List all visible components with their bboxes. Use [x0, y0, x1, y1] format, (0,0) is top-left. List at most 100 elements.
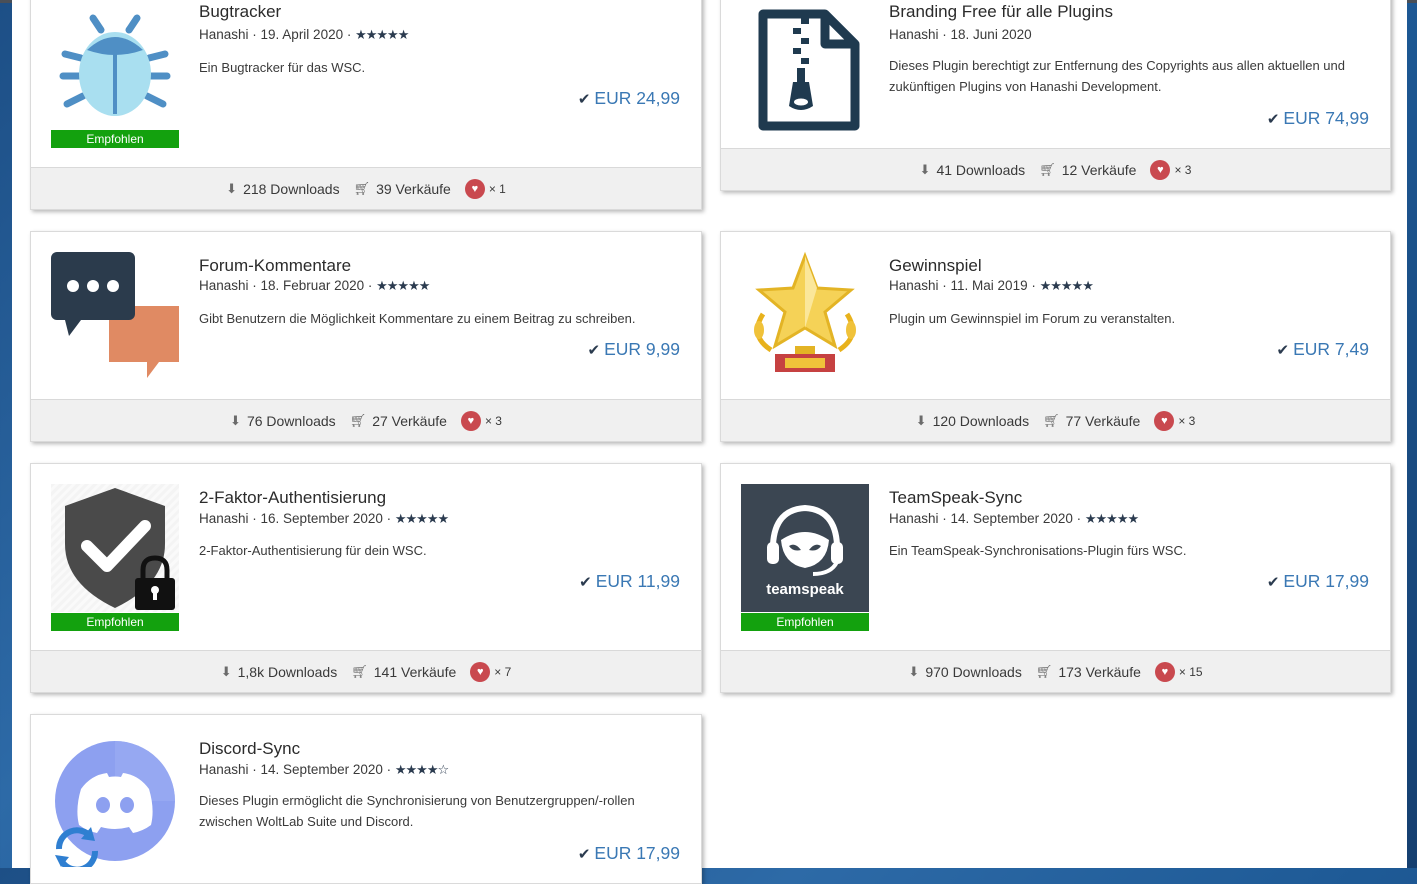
price-label[interactable]: ✔ EUR 11,99	[579, 571, 680, 592]
download-icon: ⬇	[226, 180, 238, 196]
download-count: 218 Downloads	[243, 180, 340, 197]
price-label[interactable]: ✔ EUR 24,99	[578, 88, 680, 109]
rating-stars: ★★★★★	[394, 511, 449, 526]
product-card-branding-free[interactable]: Branding Free für alle Plugins Hanashi ·…	[720, 0, 1391, 191]
download-count: 970 Downloads	[925, 663, 1022, 680]
author-link[interactable]: Hanashi	[889, 278, 939, 293]
download-count: 41 Downloads	[936, 161, 1026, 178]
card-footer: ⬇ 76 Downloads 🛒︎ 27 Verkäufe ♥ × 3	[31, 399, 701, 441]
checkmark-icon: ✔	[577, 846, 591, 863]
cart-icon: 🛒︎	[353, 180, 371, 196]
download-icon: ⬇	[915, 412, 927, 428]
recommended-badge: Empfohlen	[51, 130, 179, 148]
sales-count: 173 Verkäufe	[1058, 663, 1141, 680]
teamspeak-logo-text: teamspeak	[766, 581, 844, 598]
price-label[interactable]: ✔ EUR 17,99	[1267, 571, 1369, 592]
heart-icon[interactable]: ♥	[1150, 159, 1171, 180]
like-count: × 3	[1174, 162, 1192, 177]
rating-stars: ★★★★☆	[394, 762, 449, 777]
product-title[interactable]: Branding Free für alle Plugins	[889, 2, 1113, 22]
cart-icon: 🛒︎	[349, 412, 367, 428]
rating-stars: ★★★★★	[376, 278, 430, 293]
product-description: Dieses Plugin berechtigt zur Entfernung …	[889, 58, 1345, 94]
rating-stars: ★★★★★	[1039, 278, 1094, 293]
sales-count: 12 Verkäufe	[1061, 161, 1137, 178]
product-description: Gibt Benutzern die Möglichkeit Kommentar…	[199, 311, 636, 326]
product-card-2fa[interactable]: Empfohlen 2-Faktor-Authentisierung Hanas…	[30, 463, 702, 693]
price-label[interactable]: ✔ EUR 7,49	[1277, 339, 1369, 360]
product-card-discord-sync[interactable]: Discord-Sync Hanashi · 14. September 202…	[30, 714, 702, 884]
price-value: EUR 74,99	[1283, 108, 1369, 128]
plugin-list: Empfohlen Bugtracker Hanashi · 19. April…	[12, 0, 1407, 884]
card-footer: ⬇ 218 Downloads 🛒︎ 39 Verkäufe ♥ × 1	[31, 167, 701, 209]
like-count: × 3	[1178, 413, 1196, 428]
product-card-bugtracker[interactable]: Empfohlen Bugtracker Hanashi · 19. April…	[30, 0, 702, 210]
download-icon: ⬇	[220, 663, 232, 679]
checkmark-icon: ✔	[1266, 574, 1280, 591]
checkmark-icon: ✔	[1276, 342, 1290, 359]
cart-icon: 🛒︎	[351, 663, 368, 679]
like-count: × 1	[488, 181, 506, 196]
product-title[interactable]: 2-Faktor-Authentisierung	[199, 488, 386, 508]
product-description: Ein TeamSpeak-Synchronisations-Plugin fü…	[889, 543, 1187, 558]
product-title[interactable]: Bugtracker	[199, 2, 281, 22]
author-link[interactable]: Hanashi	[889, 511, 939, 526]
download-count: 1,8k Downloads	[237, 663, 338, 680]
shield-lock-icon	[51, 484, 179, 612]
download-count: 76 Downloads	[246, 412, 336, 429]
like-count: × 7	[494, 664, 512, 679]
checkmark-icon: ✔	[587, 342, 601, 359]
author-link[interactable]: Hanashi	[199, 511, 249, 526]
discord-sync-icon	[51, 739, 179, 867]
like-count: × 15	[1178, 664, 1203, 679]
cart-icon: 🛒︎	[1035, 663, 1053, 679]
price-value: EUR 17,99	[594, 843, 680, 863]
checkmark-icon: ✔	[579, 574, 592, 591]
author-link[interactable]: Hanashi	[199, 278, 249, 293]
rating-stars: ★★★★★	[355, 27, 409, 42]
heart-icon[interactable]: ♥	[464, 178, 485, 199]
heart-icon[interactable]: ♥	[1154, 410, 1175, 431]
author-link[interactable]: Hanashi	[199, 762, 249, 777]
product-title[interactable]: Discord-Sync	[199, 739, 300, 759]
product-meta: Hanashi · 19. April 2020 · ★★★★★	[199, 27, 409, 42]
price-value: EUR 9,99	[604, 339, 680, 359]
download-count: 120 Downloads	[932, 412, 1030, 429]
product-meta: Hanashi · 14. September 2020 · ★★★★☆	[199, 762, 449, 777]
product-description: Plugin um Gewinnspiel im Forum zu verans…	[889, 311, 1176, 326]
product-card-gewinnspiel[interactable]: Gewinnspiel Hanashi · 11. Mai 2019 · ★★★…	[720, 231, 1391, 442]
product-meta: Hanashi · 14. September 2020 · ★★★★★	[889, 511, 1139, 526]
cart-icon: 🛒︎	[1039, 161, 1056, 177]
card-footer: ⬇ 120 Downloads 🛒︎ 77 Verkäufe ♥ × 3	[721, 399, 1390, 441]
chat-bubbles-icon	[51, 250, 179, 378]
product-title[interactable]: Forum-Kommentare	[199, 256, 351, 276]
price-label[interactable]: ✔ EUR 9,99	[588, 339, 680, 360]
cart-icon: 🛒︎	[1043, 412, 1060, 428]
release-date: 16. September 2020	[260, 511, 383, 526]
author-link[interactable]: Hanashi	[889, 27, 939, 42]
product-title[interactable]: Gewinnspiel	[889, 256, 982, 276]
product-card-forum-kommentare[interactable]: Forum-Kommentare Hanashi · 18. Februar 2…	[30, 231, 702, 442]
product-title[interactable]: TeamSpeak-Sync	[889, 488, 1022, 508]
release-date: 14. September 2020	[260, 762, 383, 777]
heart-icon[interactable]: ♥	[470, 661, 491, 682]
recommended-badge: Empfohlen	[51, 613, 179, 631]
product-meta: Hanashi · 16. September 2020 · ★★★★★	[199, 511, 449, 526]
card-footer: ⬇ 1,8k Downloads 🛒︎ 141 Verkäufe ♥ × 7	[31, 650, 701, 692]
teamspeak-logo-icon: teamspeak	[741, 484, 869, 612]
bug-icon	[51, 4, 179, 132]
price-label[interactable]: ✔ EUR 17,99	[578, 843, 680, 864]
rating-stars: ★★★★★	[1084, 511, 1139, 526]
heart-icon[interactable]: ♥	[1154, 661, 1175, 682]
product-meta: Hanashi · 18. Juni 2020	[889, 27, 1032, 42]
price-value: EUR 24,99	[594, 88, 680, 108]
price-label[interactable]: ✔ EUR 74,99	[1267, 108, 1369, 129]
like-count: × 3	[484, 413, 502, 428]
author-link[interactable]: Hanashi	[199, 27, 249, 42]
download-icon: ⬇	[230, 412, 241, 428]
release-date: 11. Mai 2019	[950, 278, 1028, 293]
product-card-teamspeak-sync[interactable]: teamspeak Empfohlen TeamSpeak-Sync Hanas…	[720, 463, 1391, 693]
sales-count: 39 Verkäufe	[376, 180, 451, 197]
checkmark-icon: ✔	[577, 91, 591, 108]
heart-icon[interactable]: ♥	[460, 410, 481, 431]
